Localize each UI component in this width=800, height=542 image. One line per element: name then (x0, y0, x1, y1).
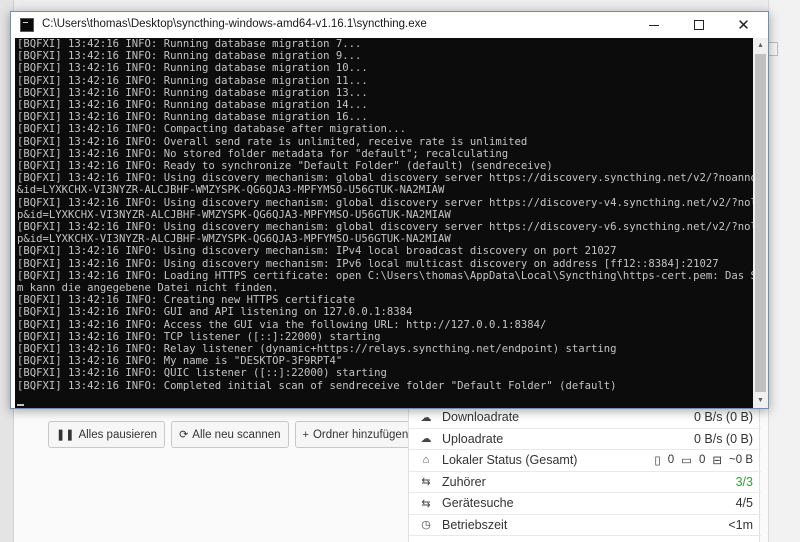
console-line: [BQFXI] 13:42:16 INFO: Overall send rate… (17, 135, 528, 148)
console-line: [BQFXI] 13:42:16 INFO: No stored folder … (17, 147, 509, 160)
cloud-download-icon: ☁ (420, 411, 432, 424)
upload-rate-label: Uploadrate (442, 431, 504, 446)
console-line: [BQFXI] 13:42:16 INFO: QUIC listener ([:… (17, 367, 387, 380)
close-icon: ✕ (737, 16, 750, 34)
pause-all-label: Alles pausieren (78, 428, 158, 441)
maximize-icon (693, 20, 704, 30)
local-state-row: ⌂ Lokaler Status (Gesamt) ▯ 0 ▭ 0 ⊟ ~0 B (409, 450, 761, 472)
console-line: [BQFXI] 13:42:16 INFO: Running database … (17, 62, 368, 75)
download-rate-value: 0 B/s (0 B) (693, 410, 753, 425)
browser-scrollbar-area[interactable] (768, 0, 800, 542)
clock-icon: ◷ (421, 519, 431, 532)
listeners-row[interactable]: ⇆ Zuhörer 3/3 (409, 472, 761, 493)
console-line: p&id=LYXKCHX-VI3NYZR-ALCJBHF-WMZYSPK-QG6… (17, 208, 451, 221)
console-line: [BQFXI] 13:42:16 INFO: Using discovery m… (17, 221, 753, 234)
discovery-label: Gerätesuche (442, 496, 514, 511)
console-line: [BQFXI] 13:42:16 INFO: Completed initial… (17, 379, 617, 392)
download-rate-row: ☁ Downloadrate 0 B/s (0 B) (409, 407, 761, 429)
console-line: [BQFXI] 13:42:16 INFO: TCP listener ([::… (17, 330, 381, 343)
uptime-label: Betriebszeit (442, 517, 508, 532)
upload-rate-value: 0 B/s (0 B) (693, 431, 753, 446)
local-size: ~0 B (729, 454, 753, 467)
uptime-value: <1m (728, 517, 753, 532)
console-window[interactable]: C:\Users\thomas\Desktop\syncthing-window… (10, 11, 769, 409)
console-line: [BQFXI] 13:42:16 INFO: Using discovery m… (17, 245, 617, 258)
add-folder-button[interactable]: + Ordner hinzufügen (294, 421, 417, 448)
local-state-values: ▯ 0 ▭ 0 ⊟ ~0 B (654, 453, 753, 467)
download-rate-label: Downloadrate (442, 410, 520, 425)
console-line: [BQFXI] 13:42:16 INFO: Using discovery m… (17, 172, 753, 185)
maximize-button[interactable] (676, 12, 721, 38)
console-line: [BQFXI] 13:42:16 INFO: Compacting databa… (17, 123, 407, 136)
console-line: [BQFXI] 13:42:16 INFO: Running database … (17, 99, 368, 112)
console-app-icon[interactable] (20, 18, 34, 32)
minimize-button[interactable] (631, 12, 676, 38)
scroll-thumb[interactable] (755, 54, 766, 392)
upload-rate-row: ☁ Uploadrate 0 B/s (0 B) (409, 429, 761, 450)
close-button[interactable]: ✕ (721, 12, 766, 38)
listeners-label: Zuhörer (442, 474, 486, 489)
console-line: [BQFXI] 13:42:16 INFO: Running database … (17, 74, 368, 87)
console-line: [BQFXI] 13:42:16 INFO: Using discovery m… (17, 257, 719, 270)
local-files-count: 0 (667, 454, 675, 467)
listeners-value: 3/3 (735, 474, 753, 489)
window-title: C:\Users\thomas\Desktop\syncthing-window… (42, 18, 427, 30)
uptime-row: ◷ Betriebszeit <1m (409, 515, 761, 536)
console-line: [BQFXI] 13:42:16 INFO: Relay listener (d… (17, 343, 617, 356)
rescan-all-label: Alle neu scannen (192, 428, 281, 441)
hdd-icon: ⊟ (712, 455, 723, 468)
console-line: [BQFXI] 13:42:16 INFO: Ready to synchron… (17, 160, 553, 173)
rescan-all-button[interactable]: ⟳ Alle neu scannen (171, 421, 289, 448)
console-line: [BQFXI] 13:42:16 INFO: My name is "DESKT… (17, 355, 343, 368)
console-line: [BQFXI] 13:42:16 INFO: Running database … (17, 111, 368, 124)
console-line: [BQFXI] 13:42:16 INFO: Using discovery m… (17, 196, 753, 209)
console-line: [BQFXI] 13:42:16 INFO: Access the GUI vi… (17, 318, 547, 331)
console-titlebar[interactable]: C:\Users\thomas\Desktop\syncthing-window… (11, 12, 768, 38)
home-icon: ⌂ (422, 454, 430, 467)
console-line: [BQFXI] 13:42:16 INFO: GUI and API liste… (17, 306, 413, 319)
console-line: [BQFXI] 13:42:16 INFO: Running database … (17, 86, 368, 99)
terminal-lines: [BQFXI] 13:42:16 INFO: Running database … (17, 38, 753, 392)
minimize-icon (648, 24, 659, 26)
scroll-up-icon[interactable]: ▲ (753, 38, 768, 53)
sitemap-icon: ⇆ (421, 497, 431, 510)
console-line: m kann die angegebene Datei nicht finden… (17, 282, 279, 295)
this-device-panel: ☁ Downloadrate 0 B/s (0 B) ☁ Uploadrate … (408, 406, 761, 542)
console-line: &id=LYXKCHX-VI3NYZR-ALCJBHF-WMZYSPK-QG6Q… (17, 184, 445, 197)
folder-actions: ❚❚ Alles pausieren ⟳ Alle neu scannen + … (48, 421, 417, 448)
folder-icon: ▭ (681, 455, 692, 468)
console-scrollbar[interactable]: ▲ ▼ (753, 38, 768, 408)
local-state-label: Lokaler Status (Gesamt) (442, 453, 578, 468)
discovery-value: 4/5 (735, 496, 753, 511)
text-cursor (17, 404, 24, 406)
file-icon: ▯ (654, 455, 661, 468)
cloud-upload-icon: ☁ (420, 433, 432, 446)
refresh-icon: ⟳ (179, 429, 189, 441)
sitemap-icon: ⇆ (421, 476, 431, 489)
side-widget-icon (768, 42, 778, 56)
plus-icon: + (302, 428, 309, 441)
terminal-output[interactable]: [BQFXI] 13:42:16 INFO: Running database … (15, 38, 753, 408)
discovery-row[interactable]: ⇆ Gerätesuche 4/5 (409, 493, 761, 515)
console-line: [BQFXI] 13:42:16 INFO: Running database … (17, 50, 362, 63)
console-line: p&id=LYXKCHX-VI3NYZR-ALCJBHF-WMZYSPK-QG6… (17, 233, 451, 246)
console-line: [BQFXI] 13:42:16 INFO: Loading HTTPS cer… (17, 269, 753, 282)
console-line: [BQFXI] 13:42:16 INFO: Running database … (17, 38, 362, 50)
pause-all-button[interactable]: ❚❚ Alles pausieren (48, 421, 166, 448)
local-dirs-count: 0 (698, 454, 706, 467)
console-line: [BQFXI] 13:42:16 INFO: Creating new HTTP… (17, 294, 356, 307)
add-folder-label: Ordner hinzufügen (312, 428, 409, 441)
scroll-down-icon[interactable]: ▼ (753, 393, 768, 408)
pause-icon: ❚❚ (56, 429, 75, 441)
